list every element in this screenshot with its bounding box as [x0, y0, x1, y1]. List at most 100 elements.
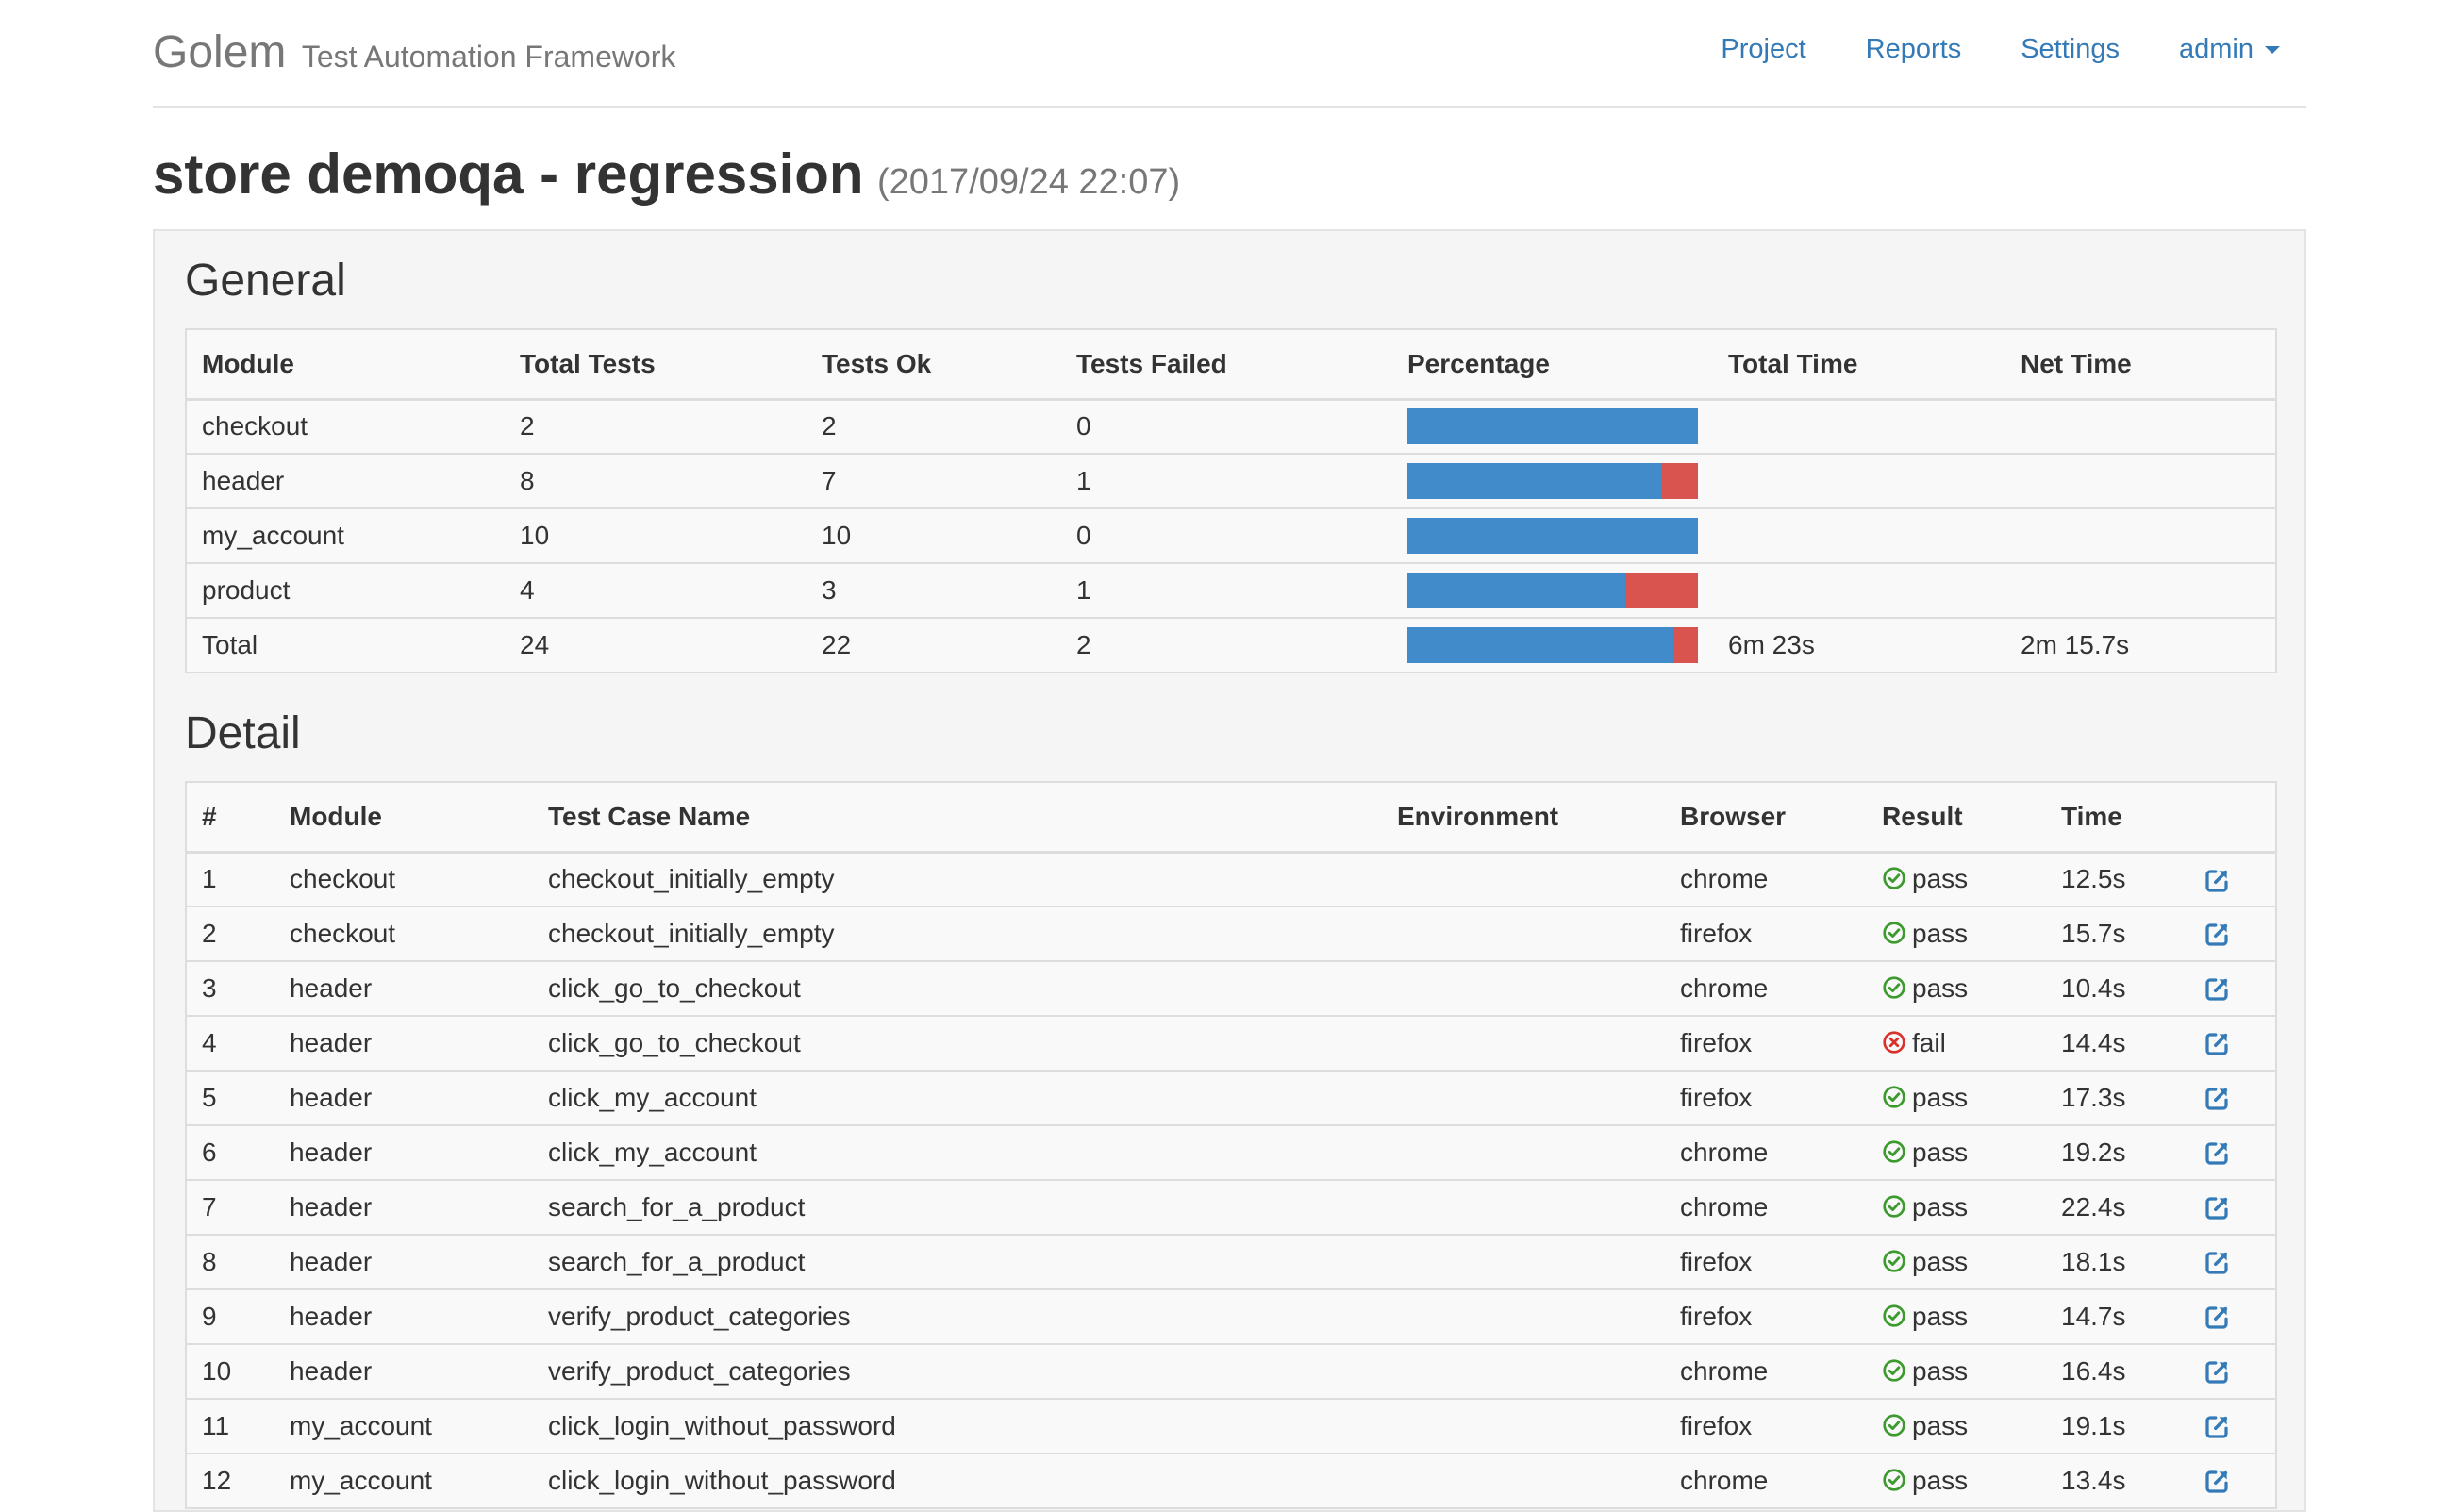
result-label: pass [1912, 1466, 1969, 1495]
external-link-icon[interactable] [2203, 975, 2231, 1004]
open-test-cell[interactable] [2188, 906, 2276, 961]
open-test-cell[interactable] [2188, 1124, 2276, 1180]
detail-header-row: # Module Test Case Name Environment Brow… [186, 782, 2276, 854]
module-cell: product [186, 562, 505, 618]
check-circle-icon [1883, 922, 1905, 944]
result-cell: pass [1867, 1070, 2046, 1125]
environment-cell [1382, 1453, 1665, 1508]
row-number-cell: 9 [186, 1288, 274, 1344]
result-label: pass [1912, 1302, 1969, 1331]
result-cell: pass [1867, 1453, 2046, 1508]
environment-cell [1382, 1288, 1665, 1344]
open-test-cell[interactable] [2188, 1179, 2276, 1235]
col-test-case-name: Test Case Name [533, 782, 1382, 854]
test-case-name-cell: verify_product_categories [533, 1288, 1382, 1344]
report-panel: General Module Total Tests Tests Ok Test… [153, 229, 2306, 1512]
percentage-ok-segment [1407, 463, 1662, 499]
result-label: pass [1912, 1083, 1969, 1112]
tests-failed-cell: 1 [1061, 562, 1392, 618]
col-tests-failed: Tests Failed [1061, 329, 1392, 401]
result-label: pass [1912, 1411, 1969, 1440]
brand[interactable]: Golem Test Automation Framework [153, 26, 675, 78]
tests-ok-cell: 22 [807, 617, 1061, 673]
net-time-cell [2005, 398, 2276, 454]
table-row: 2 checkout checkout_initially_empty firefox… [186, 906, 2276, 961]
net-time-cell: 2m 15.7s [2005, 617, 2276, 673]
nav-settings[interactable]: Settings [2021, 34, 2120, 65]
open-test-cell[interactable] [2188, 1343, 2276, 1399]
open-test-cell[interactable] [2188, 1398, 2276, 1454]
caret-down-icon [2265, 46, 2280, 55]
browser-cell: firefox [1665, 1015, 1867, 1071]
row-number-cell: 7 [186, 1179, 274, 1235]
browser-cell: firefox [1665, 1288, 1867, 1344]
external-link-icon[interactable] [2203, 1249, 2231, 1277]
browser-cell: firefox [1665, 1070, 1867, 1125]
navbar: Golem Test Automation Framework Project … [153, 0, 2306, 108]
external-link-icon[interactable] [2203, 1030, 2231, 1058]
percentage-cell [1392, 617, 1713, 673]
nav-reports[interactable]: Reports [1866, 34, 1962, 65]
table-row: 10 header verify_product_categories chrome p… [186, 1343, 2276, 1399]
external-link-icon[interactable] [2203, 1413, 2231, 1441]
total-time-cell: 6m 23s [1713, 617, 2005, 673]
percentage-cell [1392, 453, 1713, 508]
brand-name[interactable]: Golem [153, 27, 286, 77]
open-test-cell[interactable] [2188, 1453, 2276, 1508]
general-table: Module Total Tests Tests Ok Tests Failed… [185, 328, 2277, 673]
external-link-icon[interactable] [2203, 1304, 2231, 1332]
page-title: store demoqa - regression (2017/09/24 22… [153, 141, 1180, 207]
general-body: checkout 2 2 0 header 8 7 1 my_account 10 10 0 produ… [186, 398, 2276, 673]
tests-failed-cell: 1 [1061, 453, 1392, 508]
external-link-icon[interactable] [2203, 867, 2231, 895]
general-row: my_account 10 10 0 [186, 507, 2276, 563]
row-number-cell: 11 [186, 1398, 274, 1454]
check-circle-icon [1883, 867, 1905, 889]
user-menu[interactable]: admin [2179, 34, 2280, 65]
environment-cell [1382, 1124, 1665, 1180]
result-label: pass [1912, 973, 1969, 1003]
percentage-cell [1392, 562, 1713, 618]
external-link-icon[interactable] [2203, 1358, 2231, 1387]
environment-cell [1382, 1179, 1665, 1235]
total-time-cell [1713, 398, 2005, 454]
browser-cell: chrome [1665, 851, 1867, 906]
browser-cell: chrome [1665, 1179, 1867, 1235]
time-cell: 16.4s [2046, 1343, 2188, 1399]
percentage-bar [1407, 463, 1698, 499]
tests-failed-cell: 0 [1061, 398, 1392, 454]
percentage-ok-segment [1407, 518, 1698, 554]
open-test-cell[interactable] [2188, 1015, 2276, 1071]
test-case-name-cell: search_for_a_product [533, 1234, 1382, 1289]
nav-project[interactable]: Project [1721, 34, 1805, 65]
time-cell: 12.5s [2046, 851, 2188, 906]
general-row: header 8 7 1 [186, 453, 2276, 508]
external-link-icon[interactable] [2203, 1139, 2231, 1168]
open-test-cell[interactable] [2188, 1288, 2276, 1344]
open-test-cell[interactable] [2188, 851, 2276, 906]
check-circle-icon [1883, 1359, 1905, 1382]
tests-failed-cell: 2 [1061, 617, 1392, 673]
col-module: Module [274, 782, 533, 854]
percentage-fail-segment [1661, 463, 1698, 499]
percentage-bar [1407, 408, 1698, 445]
environment-cell [1382, 906, 1665, 961]
row-number-cell: 5 [186, 1070, 274, 1125]
open-test-cell[interactable] [2188, 1070, 2276, 1125]
external-link-icon[interactable] [2203, 1194, 2231, 1222]
col-module: Module [186, 329, 505, 401]
test-case-name-cell: verify_product_categories [533, 1343, 1382, 1399]
external-link-icon[interactable] [2203, 1085, 2231, 1113]
open-test-cell[interactable] [2188, 960, 2276, 1016]
test-case-name-cell: click_login_without_password [533, 1398, 1382, 1454]
external-link-icon[interactable] [2203, 1468, 2231, 1496]
result-cell: fail [1867, 1015, 2046, 1071]
open-test-cell[interactable] [2188, 1234, 2276, 1289]
environment-cell [1382, 1398, 1665, 1454]
module-cell: checkout [274, 906, 533, 961]
general-header-row: Module Total Tests Tests Ok Tests Failed… [186, 329, 2276, 401]
result-cell: pass [1867, 906, 2046, 961]
times-circle-icon [1883, 1031, 1905, 1054]
external-link-icon[interactable] [2203, 921, 2231, 949]
tests-failed-cell: 0 [1061, 507, 1392, 563]
